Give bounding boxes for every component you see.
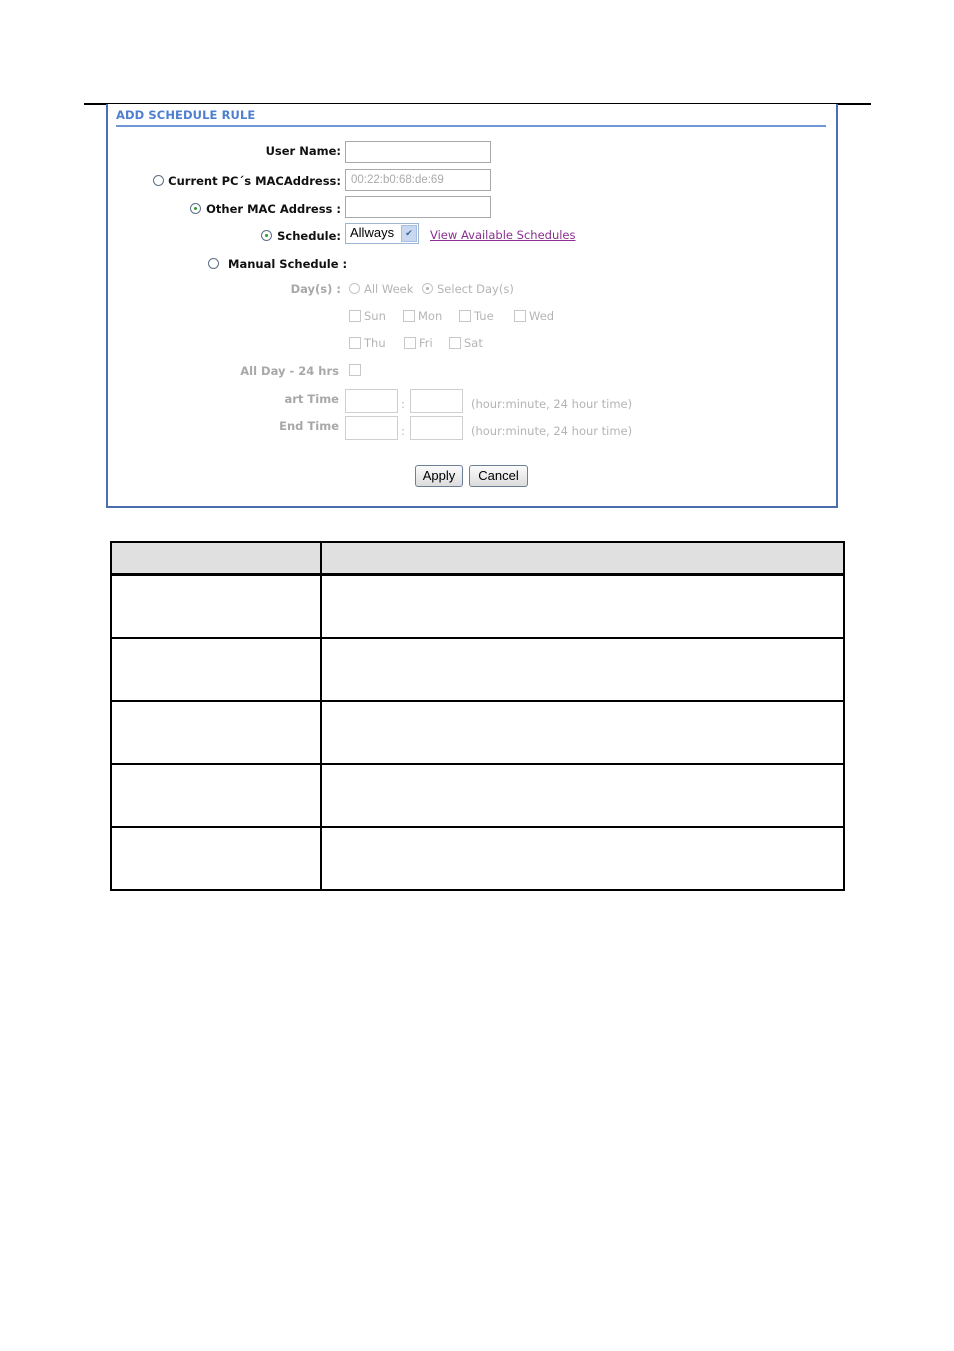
day-label-tue: Tue bbox=[474, 309, 494, 323]
day-checkbox-wed[interactable] bbox=[514, 310, 526, 322]
schedule-select-value: Allways bbox=[350, 225, 395, 240]
other-mac-input[interactable] bbox=[345, 196, 491, 218]
days-label: Day(s) : bbox=[290, 282, 341, 296]
manual-schedule-radio[interactable] bbox=[208, 258, 219, 269]
current-pc-mac-label: Current PC´s MACAddress: bbox=[168, 174, 341, 188]
table-header-row bbox=[110, 541, 845, 576]
day-checkbox-tue[interactable] bbox=[459, 310, 471, 322]
table-row bbox=[110, 700, 845, 765]
day-label-thu: Thu bbox=[364, 336, 386, 350]
manual-schedule-label: Manual Schedule : bbox=[228, 257, 348, 271]
day-checkbox-thu[interactable] bbox=[349, 337, 361, 349]
start-time-separator: : bbox=[401, 397, 405, 411]
end-minute-input[interactable] bbox=[410, 416, 463, 440]
title-divider bbox=[116, 125, 826, 127]
table-cell bbox=[110, 700, 322, 765]
table-row bbox=[110, 573, 845, 639]
all-day-label: All Day - 24 hrs bbox=[240, 364, 339, 378]
panel-title: ADD SCHEDULE RULE bbox=[116, 108, 256, 122]
day-label-sun: Sun bbox=[364, 309, 386, 323]
table-header-cell bbox=[110, 541, 322, 576]
day-checkbox-mon[interactable] bbox=[403, 310, 415, 322]
table-row bbox=[110, 637, 845, 702]
start-time-label: art Time bbox=[284, 392, 339, 406]
apply-button[interactable]: Apply bbox=[415, 465, 463, 487]
other-mac-radio[interactable] bbox=[190, 203, 201, 214]
all-week-label: All Week bbox=[364, 282, 414, 296]
description-table bbox=[110, 541, 845, 891]
day-checkbox-sun[interactable] bbox=[349, 310, 361, 322]
table-cell bbox=[320, 637, 845, 702]
table-cell bbox=[110, 763, 322, 828]
table-cell bbox=[320, 700, 845, 765]
current-pc-mac-input[interactable] bbox=[345, 169, 491, 191]
table-row bbox=[110, 826, 845, 891]
schedule-label: Schedule: bbox=[277, 229, 341, 243]
day-label-sat: Sat bbox=[464, 336, 483, 350]
cancel-button[interactable]: Cancel bbox=[469, 465, 528, 487]
table-cell bbox=[110, 637, 322, 702]
day-checkbox-fri[interactable] bbox=[404, 337, 416, 349]
end-time-label: End Time bbox=[279, 419, 339, 433]
other-mac-label: Other MAC Address : bbox=[206, 202, 341, 216]
table-cell bbox=[320, 763, 845, 828]
view-available-schedules-link[interactable]: View Available Schedules bbox=[430, 228, 576, 242]
select-days-label: Select Day(s) bbox=[437, 282, 514, 296]
schedule-radio[interactable] bbox=[261, 230, 272, 241]
table-cell bbox=[110, 573, 322, 639]
end-time-hint: (hour:minute, 24 hour time) bbox=[471, 424, 633, 438]
select-days-radio[interactable] bbox=[422, 283, 433, 294]
user-name-label: User Name: bbox=[265, 144, 341, 158]
add-schedule-rule-panel: ADD SCHEDULE RULE User Name: Current PC´… bbox=[106, 104, 838, 508]
day-label-fri: Fri bbox=[419, 336, 433, 350]
all-day-checkbox[interactable] bbox=[349, 364, 361, 376]
table-header-cell bbox=[320, 541, 845, 576]
table-row bbox=[110, 763, 845, 828]
day-label-wed: Wed bbox=[529, 309, 555, 323]
day-label-mon: Mon bbox=[418, 309, 443, 323]
end-time-separator: : bbox=[401, 424, 405, 438]
all-week-radio[interactable] bbox=[349, 283, 360, 294]
end-hour-input[interactable] bbox=[345, 416, 398, 440]
start-time-hint: (hour:minute, 24 hour time) bbox=[471, 397, 633, 411]
schedule-select[interactable]: Allways ✔ bbox=[345, 223, 419, 244]
chevron-down-icon[interactable]: ✔ bbox=[401, 225, 417, 242]
start-hour-input[interactable] bbox=[345, 389, 398, 413]
start-minute-input[interactable] bbox=[410, 389, 463, 413]
table-cell bbox=[320, 573, 845, 639]
current-pc-mac-radio[interactable] bbox=[153, 175, 164, 186]
day-checkbox-sat[interactable] bbox=[449, 337, 461, 349]
table-cell bbox=[110, 826, 322, 891]
user-name-input[interactable] bbox=[345, 141, 491, 163]
table-cell bbox=[320, 826, 845, 891]
